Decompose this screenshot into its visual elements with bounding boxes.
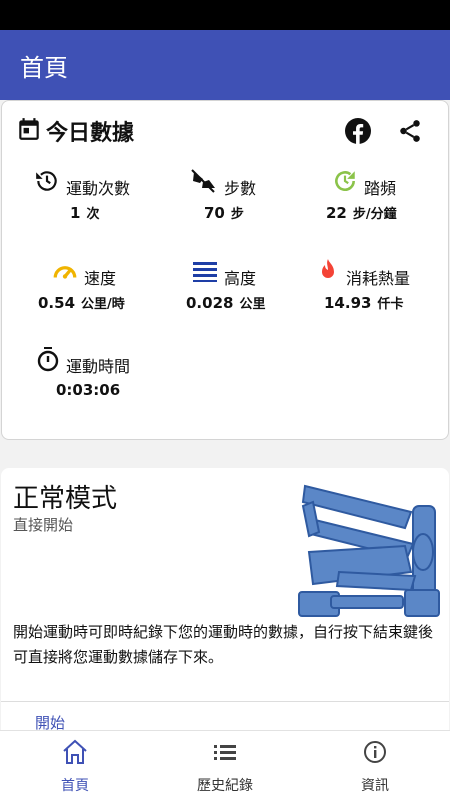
share-icon[interactable] <box>396 117 424 145</box>
stat-label: 步數 <box>224 179 257 198</box>
stat-workout-count: 運動次數 1次 <box>34 167 174 222</box>
stat-value: 0.54 <box>38 294 76 312</box>
card-header: 今日數據 <box>16 115 134 147</box>
stepper-machine-icon <box>295 480 441 626</box>
stat-value: 22 <box>326 204 347 222</box>
stat-label: 消耗熱量 <box>346 269 411 288</box>
stat-cadence: 踏頻 22 步/分鐘 <box>326 167 450 222</box>
mode-subtitle: 直接開始 <box>13 516 74 534</box>
page-title: 首頁 <box>20 53 68 82</box>
divider <box>1 701 449 702</box>
nav-label: 資訊 <box>361 778 389 794</box>
normal-mode-card[interactable]: 正常模式 直接開始 開始運動時可即時紀錄下您的運動時的數據，自行按下結束鍵後可直… <box>1 468 449 732</box>
stat-height: 高度 0.028 公里 <box>186 257 332 312</box>
bottom-nav: 首頁 歷史紀錄 資訊 <box>0 730 450 800</box>
home-icon <box>61 739 89 769</box>
stat-unit: 步 <box>230 207 244 222</box>
nav-label: 首頁 <box>61 778 89 794</box>
stat-unit: 仟卡 <box>377 297 404 312</box>
stat-unit: 公里 <box>239 297 266 312</box>
nav-home[interactable]: 首頁 <box>0 731 150 800</box>
stat-speed: 速度 0.54 公里/時 <box>38 257 192 312</box>
stat-unit: 步/分鐘 <box>352 207 397 222</box>
steps-icon <box>190 168 218 198</box>
nav-history[interactable]: 歷史紀錄 <box>150 731 300 800</box>
stat-workout-time: 運動時間 0:03:06 <box>36 345 176 399</box>
stat-value: 70 <box>204 204 225 222</box>
cadence-icon <box>332 168 358 198</box>
stat-value: 0.028 <box>186 294 234 312</box>
stat-value: 0:03:06 <box>56 381 121 399</box>
stat-label: 高度 <box>224 269 257 288</box>
stat-unit: 公里/時 <box>81 297 125 312</box>
height-icon <box>192 259 218 287</box>
nav-label: 歷史紀錄 <box>197 778 253 794</box>
nav-info[interactable]: 資訊 <box>300 731 450 800</box>
card-title: 今日數據 <box>46 121 135 146</box>
flame-icon <box>316 258 340 288</box>
stat-label: 踏頻 <box>364 179 397 198</box>
timer-icon <box>36 346 60 376</box>
stat-label: 運動次數 <box>66 179 131 198</box>
stat-calories: 消耗熱量 14.93 仟卡 <box>316 257 450 312</box>
status-bar <box>0 0 450 30</box>
stat-unit: 次 <box>86 207 100 222</box>
app-bar: 首頁 <box>0 30 450 100</box>
stat-value: 14.93 <box>324 294 372 312</box>
info-icon <box>362 739 388 769</box>
mode-title: 正常模式 <box>13 484 118 514</box>
today-stats-card: 今日數據 運動次數 1次 步數 70 步 踏頻 22 步/分鐘 速度 0.54 … <box>1 100 449 440</box>
facebook-icon[interactable] <box>344 117 372 145</box>
stat-label: 運動時間 <box>66 357 131 376</box>
stat-value: 1 <box>70 204 81 222</box>
calendar-icon <box>16 116 42 146</box>
list-icon <box>212 739 238 769</box>
mode-description: 開始運動時可即時紀錄下您的運動時的數據，自行按下結束鍵後可直接將您運動數據儲存下… <box>13 623 434 666</box>
history-icon <box>34 168 60 198</box>
stat-label: 速度 <box>84 269 117 288</box>
speedometer-icon <box>52 259 78 287</box>
stat-steps: 步數 70 步 <box>190 167 330 222</box>
